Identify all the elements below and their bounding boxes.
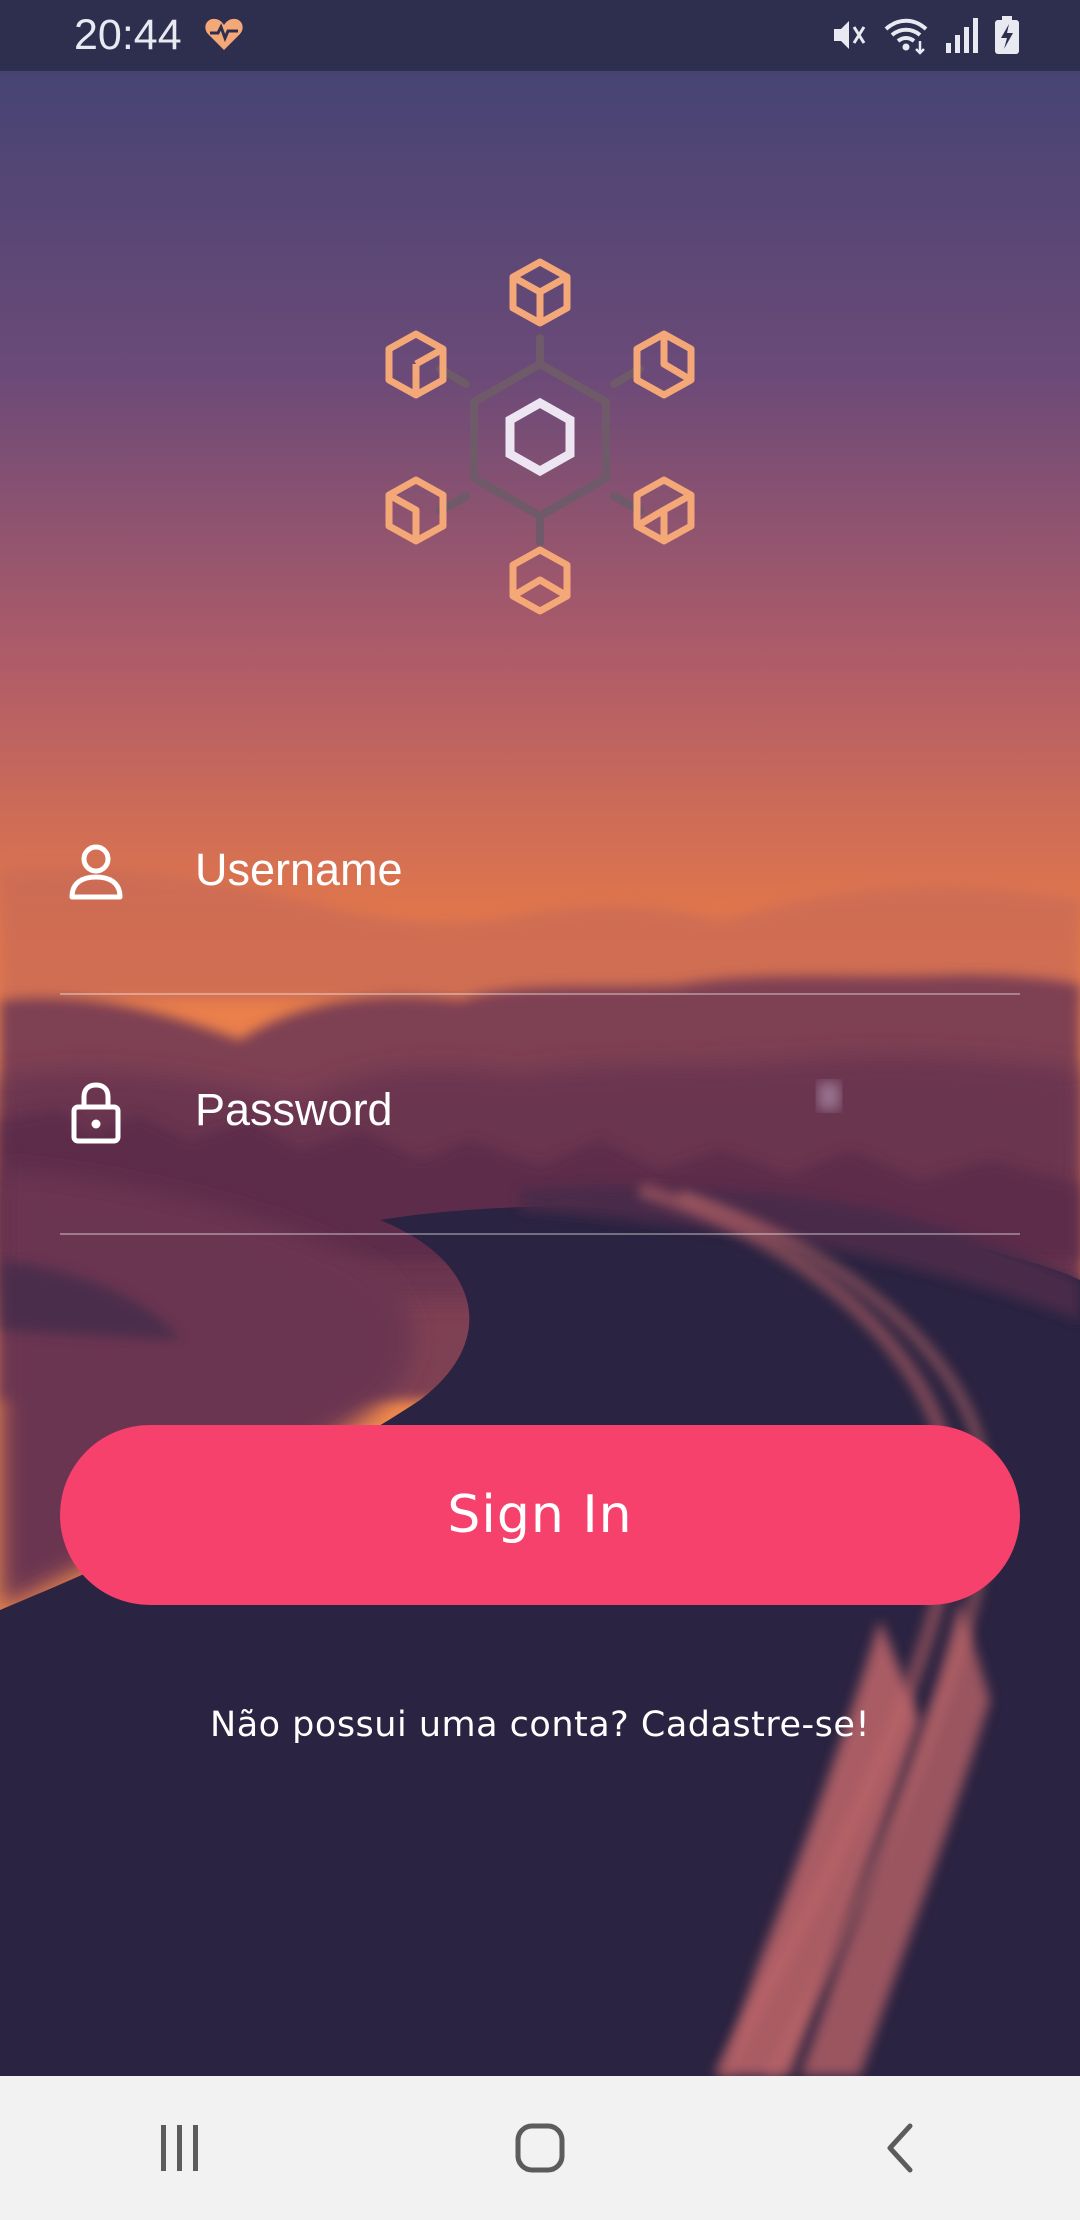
lock-icon bbox=[71, 1082, 121, 1144]
mute-icon bbox=[834, 21, 866, 49]
wifi-icon bbox=[884, 18, 928, 55]
recent-apps-icon bbox=[161, 2125, 198, 2171]
recent-apps-button[interactable] bbox=[120, 2088, 240, 2208]
back-icon bbox=[887, 2123, 913, 2173]
username-underline bbox=[60, 993, 1020, 995]
status-icons bbox=[828, 13, 1020, 57]
person-icon bbox=[69, 844, 123, 900]
status-bar: 20:44 bbox=[0, 0, 1080, 71]
app-logo bbox=[385, 258, 695, 615]
password-input[interactable] bbox=[195, 1075, 995, 1145]
sign-in-button[interactable]: Sign In bbox=[60, 1425, 1020, 1605]
heart-rate-icon bbox=[205, 18, 243, 50]
battery-charging-icon bbox=[995, 16, 1019, 54]
password-field-row bbox=[60, 1055, 1020, 1235]
login-screen: 20:44 Username Sign In Não possui uma co… bbox=[0, 0, 1080, 2220]
signal-icon bbox=[946, 18, 978, 53]
password-underline bbox=[60, 1233, 1020, 1235]
username-input[interactable] bbox=[195, 835, 995, 905]
back-button[interactable] bbox=[840, 2088, 960, 2208]
signup-link[interactable]: Não possui uma conta? Cadastre-se! bbox=[0, 1705, 1080, 1745]
home-button[interactable] bbox=[480, 2088, 600, 2208]
status-time: 20:44 bbox=[74, 11, 182, 59]
navigation-bar bbox=[0, 2076, 1080, 2220]
home-icon bbox=[515, 2123, 565, 2173]
username-field-row bbox=[60, 815, 1020, 995]
